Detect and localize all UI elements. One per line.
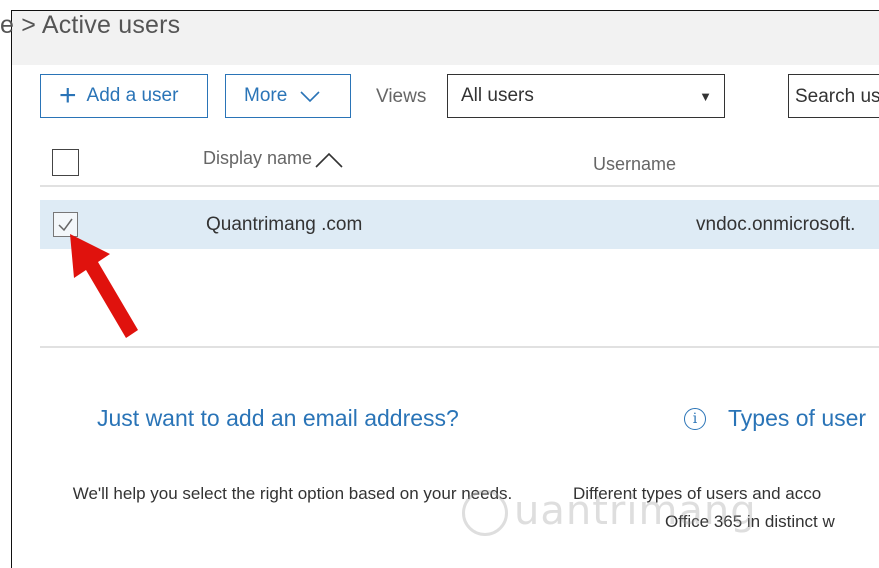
select-all-checkbox[interactable] xyxy=(52,149,79,176)
window-border-left xyxy=(11,10,12,568)
add-email-description: We'll help you select the right option b… xyxy=(72,484,513,503)
breadcrumb[interactable]: e > Active users xyxy=(0,11,180,40)
watermark-text: uantrimang xyxy=(514,488,757,534)
search-input[interactable]: Search us xyxy=(788,74,879,118)
views-dropdown[interactable]: All users ▼ xyxy=(447,74,725,118)
views-selected-value: All users xyxy=(461,85,534,106)
plus-icon: + xyxy=(59,79,77,112)
header-divider xyxy=(40,185,879,187)
search-placeholder: Search us xyxy=(795,86,879,107)
dropdown-arrow-icon: ▼ xyxy=(699,89,712,104)
more-button[interactable]: More xyxy=(225,74,351,118)
types-of-users-link[interactable]: i Types of user xyxy=(684,405,866,432)
info-icon: i xyxy=(684,407,706,430)
add-email-address-link[interactable]: Just want to add an email address? xyxy=(97,405,459,432)
row-username: vndoc.onmicrosoft. xyxy=(696,214,856,235)
types-of-users-label: Types of user xyxy=(728,405,867,431)
row-display-name[interactable]: Quantrimang .com xyxy=(206,214,362,236)
column-header-display-name[interactable]: Display name xyxy=(203,148,344,169)
views-label: Views xyxy=(376,86,427,107)
sort-ascending-icon xyxy=(315,152,343,168)
add-user-button[interactable]: + Add a user xyxy=(40,74,208,118)
watermark-logo-icon xyxy=(462,490,508,536)
chevron-down-icon xyxy=(300,91,320,103)
pointer-arrow-icon xyxy=(70,234,138,338)
display-name-header-label: Display name xyxy=(203,148,313,168)
column-header-username[interactable]: Username xyxy=(593,154,676,175)
section-divider xyxy=(40,346,879,348)
watermark: uantrimang xyxy=(462,488,757,536)
add-user-label: Add a user xyxy=(86,85,179,106)
more-label: More xyxy=(244,85,288,106)
